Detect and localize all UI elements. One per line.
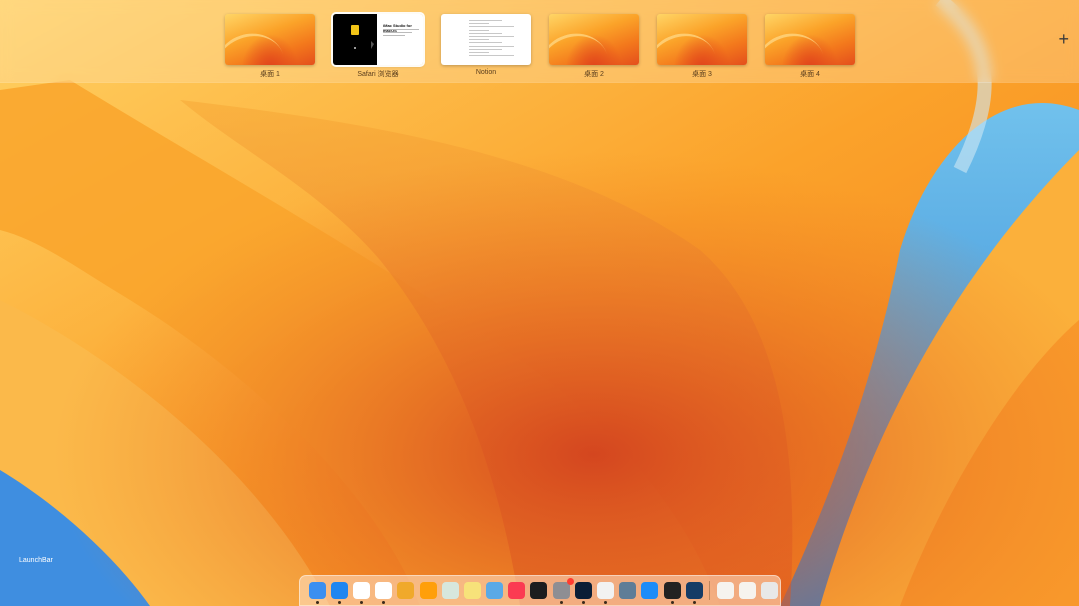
running-indicator <box>337 601 341 604</box>
space-safari[interactable]: iMac Studio for macOS Safari 浏览器 <box>331 12 425 79</box>
terminal-icon[interactable] <box>663 582 681 604</box>
evernote-icon[interactable] <box>441 582 459 599</box>
gear-tool-icon[interactable] <box>619 582 637 599</box>
desktop-wallpaper <box>0 0 1079 606</box>
space-label: Safari 浏览器 <box>357 71 399 78</box>
space-desktop-2[interactable]: 桌面 2 <box>549 14 639 79</box>
document-icon <box>351 25 359 35</box>
paper-plane-icon[interactable] <box>486 582 504 599</box>
music-icon[interactable] <box>508 582 526 599</box>
space-label: 桌面 4 <box>800 71 820 78</box>
running-indicator <box>692 601 696 604</box>
istat-menus-icon[interactable] <box>597 582 615 604</box>
books-icon[interactable] <box>419 582 437 599</box>
space-desktop-1[interactable]: 桌面 1 <box>225 14 315 79</box>
terminal-black-icon[interactable] <box>530 582 548 599</box>
system-preferences-icon[interactable] <box>552 578 574 604</box>
cursor-icon <box>371 41 374 49</box>
running-indicator <box>604 601 608 604</box>
trash-icon[interactable] <box>761 582 779 599</box>
photoshop-icon[interactable] <box>574 582 592 604</box>
safari-icon[interactable] <box>330 582 348 604</box>
space-thumbnail[interactable] <box>225 14 315 65</box>
spaces-bar: 桌面 1 iMac Studio for macOS Safari 浏览器 No… <box>0 0 1079 82</box>
space-thumbnail[interactable] <box>441 14 531 65</box>
notes-icon[interactable] <box>463 582 481 599</box>
finder-icon[interactable] <box>308 582 326 604</box>
space-thumbnail[interactable]: iMac Studio for macOS <box>331 12 425 67</box>
space-desktop-3[interactable]: 桌面 3 <box>657 14 747 79</box>
space-thumbnail[interactable] <box>765 14 855 65</box>
dock-separator <box>709 581 711 600</box>
tes-butterfly-icon[interactable] <box>397 582 415 599</box>
running-indicator <box>581 601 585 604</box>
running-indicator <box>382 601 386 604</box>
space-label: Notion <box>475 69 497 76</box>
downloads-stack-icon[interactable] <box>739 582 757 599</box>
notification-badge <box>566 578 574 585</box>
running-indicator <box>559 601 563 604</box>
running-indicator <box>359 601 363 604</box>
space-label: 桌面 2 <box>584 71 604 78</box>
running-indicator <box>670 601 674 604</box>
app-store-icon[interactable] <box>641 582 659 599</box>
space-thumbnail[interactable] <box>657 14 747 65</box>
space-notion[interactable]: Notion <box>441 14 531 76</box>
running-indicator <box>315 601 319 604</box>
space-thumbnail[interactable] <box>549 14 639 65</box>
copilot-icon[interactable] <box>685 582 703 604</box>
notion-icon[interactable] <box>375 582 393 604</box>
add-space-button[interactable]: + <box>1058 30 1069 48</box>
chrome-icon[interactable] <box>352 582 370 604</box>
document-stack-icon[interactable] <box>716 582 734 599</box>
desktop-item-label[interactable]: LaunchBar <box>19 557 53 564</box>
space-desktop-4[interactable]: 桌面 4 <box>765 14 855 79</box>
dock <box>299 575 781 606</box>
space-label: 桌面 3 <box>692 71 712 78</box>
space-label: 桌面 1 <box>260 71 280 78</box>
